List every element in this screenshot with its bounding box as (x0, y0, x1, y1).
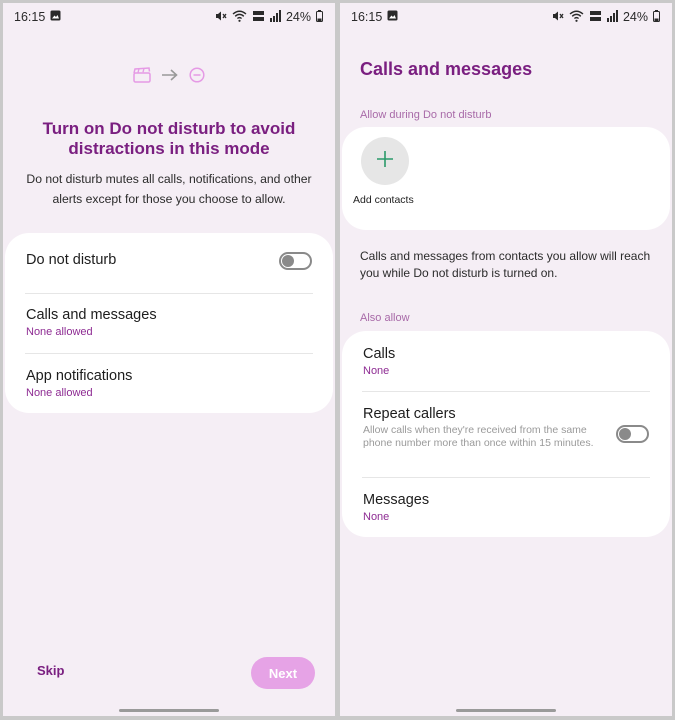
status-time: 16:15 (351, 10, 383, 24)
messages-row[interactable]: Messages None (363, 492, 649, 523)
gesture-handle[interactable] (456, 709, 556, 712)
section-label-also: Also allow (360, 312, 410, 324)
intro-title: Turn on Do not disturb to avoid distract… (42, 119, 296, 158)
add-contacts-label: Add contacts (353, 194, 414, 206)
intro-description: Do not disturb mutes all calls, notifica… (26, 172, 312, 206)
row-title: Do not disturb (26, 252, 117, 268)
volte-icon (589, 10, 602, 25)
app-notifications-row[interactable]: App notifications None allowed (26, 368, 312, 399)
image-icon (387, 10, 398, 24)
toggle-knob (619, 428, 631, 440)
row-title: Calls and messages (26, 307, 157, 323)
volte-icon (252, 10, 265, 25)
status-time: 16:15 (14, 10, 46, 24)
status-bar: 16:15 24% (3, 3, 335, 31)
info-text: Calls and messages from contacts you all… (360, 249, 651, 280)
row-subtitle: None (363, 365, 390, 377)
also-allow-card: Calls None Repeat callers Allow calls wh… (342, 331, 670, 537)
repeat-callers-row[interactable]: Repeat callers Allow calls when they're … (363, 406, 649, 450)
battery-icon (653, 9, 660, 25)
repeat-callers-toggle[interactable] (616, 425, 649, 443)
battery-percent: 24% (285, 10, 311, 24)
row-subtitle: None allowed (26, 326, 93, 338)
battery-icon (316, 9, 323, 25)
do-not-disturb-toggle[interactable] (279, 252, 312, 270)
calls-and-messages-row[interactable]: Calls and messages None allowed (26, 307, 312, 338)
row-title: Messages (363, 492, 430, 508)
mute-icon (215, 10, 227, 25)
divider (25, 293, 313, 294)
battery-percent: 24% (622, 10, 648, 24)
clapperboard-icon (133, 67, 151, 88)
dnd-mode-setup-screen: 16:15 24% Turn on Do not disturb to avoi… (3, 3, 335, 716)
divider (362, 477, 650, 478)
status-bar: 16:15 24% (340, 3, 672, 31)
mute-icon (552, 10, 564, 25)
calls-row[interactable]: Calls None (363, 346, 649, 377)
contacts-card: Add contacts (342, 127, 670, 230)
plus-icon (376, 150, 394, 173)
skip-button[interactable]: Skip (37, 663, 64, 678)
image-icon (50, 10, 61, 24)
row-title: App notifications (26, 368, 133, 384)
do-not-disturb-row[interactable]: Do not disturb (26, 252, 312, 278)
settings-card: Do not disturb Calls and messages None a… (5, 233, 333, 413)
mode-illustration (3, 67, 335, 88)
wifi-icon (232, 10, 247, 25)
page-title: Calls and messages (360, 59, 533, 79)
toggle-knob (282, 255, 294, 267)
gesture-handle[interactable] (119, 709, 219, 712)
row-title: Calls (363, 346, 396, 362)
add-contacts-button[interactable] (361, 137, 409, 185)
wifi-icon (569, 10, 584, 25)
row-subtitle: None allowed (26, 387, 93, 399)
signal-icon (606, 9, 618, 25)
row-subtitle: None (363, 511, 390, 523)
dnd-icon (189, 67, 205, 88)
signal-icon (269, 9, 281, 25)
calls-and-messages-screen: 16:15 24% Calls and messages Allow durin… (340, 3, 672, 716)
row-description: Allow calls when they're received from t… (363, 424, 594, 449)
divider (25, 353, 313, 354)
row-title: Repeat callers (363, 406, 456, 422)
divider (362, 391, 650, 392)
section-label-allow: Allow during Do not disturb (360, 109, 492, 121)
next-button[interactable]: Next (251, 657, 315, 689)
arrow-right-icon (161, 68, 179, 87)
